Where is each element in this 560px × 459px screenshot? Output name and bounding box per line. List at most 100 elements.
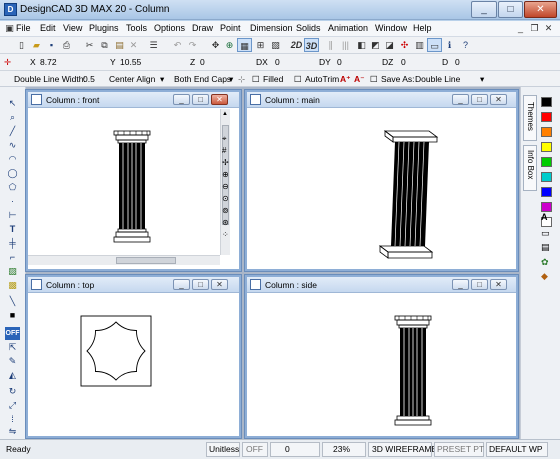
z-value[interactable]: 0 <box>200 57 205 67</box>
front-column-drawing[interactable] <box>28 109 218 255</box>
color-picker-icon[interactable]: ✣ <box>397 38 412 52</box>
color-swatch[interactable] <box>541 172 552 182</box>
chevron-down-icon[interactable]: ▾ <box>160 74 164 85</box>
maximize-button[interactable]: □ <box>498 1 523 18</box>
close-button[interactable]: ✕ <box>524 1 557 18</box>
scale-icon[interactable]: ⤢ <box>5 399 20 412</box>
menu-tools[interactable]: Tools <box>126 23 147 33</box>
texture-icon[interactable]: ▩ <box>5 279 20 292</box>
fill-pattern-icon[interactable]: ▨ <box>5 265 20 278</box>
menu-window[interactable]: Window <box>375 23 407 33</box>
close-button[interactable]: ✕ <box>490 279 507 290</box>
paste-icon[interactable]: ▤ <box>112 38 127 52</box>
off-toggle-icon[interactable]: OFF <box>5 327 20 340</box>
status-render-mode[interactable]: 3D WIREFRAME <box>372 444 437 454</box>
scroll-thumb[interactable] <box>116 257 176 264</box>
hatch-icon[interactable]: ⊹ <box>238 74 245 85</box>
context-help-icon[interactable]: ? <box>458 38 473 52</box>
curve-icon[interactable]: ∿ <box>5 139 20 152</box>
point-icon[interactable]: · <box>5 195 20 208</box>
text-style-icon[interactable]: A <box>541 212 548 222</box>
color-swatch[interactable] <box>541 142 552 152</box>
maximize-button[interactable]: □ <box>192 279 209 290</box>
status-preset[interactable]: PRESET PT <box>437 444 484 454</box>
horizontal-scrollbar[interactable] <box>28 255 220 265</box>
minimize-button[interactable]: _ <box>452 279 469 290</box>
dy-value[interactable]: 0 <box>337 57 342 67</box>
dx-value[interactable]: 0 <box>275 57 280 67</box>
layer-icon[interactable]: ▤ <box>541 242 550 253</box>
shape-icon[interactable]: ◭ <box>5 369 20 382</box>
circle-icon[interactable]: ◯ <box>5 167 20 180</box>
view-3d-button[interactable]: 3D <box>304 38 319 52</box>
close-button[interactable]: ✕ <box>211 279 228 290</box>
menu-point[interactable]: Point <box>220 23 241 33</box>
color-swatch-icon[interactable]: ■ <box>5 309 20 322</box>
maximize-button[interactable]: □ <box>192 94 209 105</box>
select-arrow-icon[interactable]: ↖ <box>5 97 20 110</box>
save-disk-icon[interactable]: ▪ <box>44 38 59 52</box>
menu-plugins[interactable]: Plugins <box>89 23 119 33</box>
save-as-dropdown[interactable]: Double Line <box>415 74 460 84</box>
color-swatch[interactable] <box>541 97 552 107</box>
material-icon[interactable]: ◆ <box>541 271 548 282</box>
autotrim-checkbox[interactable]: ☐ <box>294 74 302 85</box>
dz-value[interactable]: 0 <box>401 57 406 67</box>
menu-help[interactable]: Help <box>413 23 432 33</box>
menu-dimension[interactable]: Dimension <box>250 23 293 33</box>
main-column-drawing[interactable] <box>247 109 516 269</box>
caps-dropdown[interactable]: Both End Caps <box>174 74 231 84</box>
arc-icon[interactable]: ◠ <box>5 153 20 166</box>
maximize-button[interactable]: □ <box>471 94 488 105</box>
filled-checkbox[interactable]: ☐ <box>252 74 260 85</box>
snap-icon[interactable]: ⊞ <box>253 38 268 52</box>
new-file-icon[interactable]: ▯ <box>14 38 29 52</box>
menu-file[interactable]: File <box>16 23 31 33</box>
tab-info-box[interactable]: Info Box <box>523 145 537 191</box>
render-icon[interactable]: ◩ <box>368 38 383 52</box>
bars-icon[interactable]: ||| <box>338 38 353 52</box>
tab-themes[interactable]: Themes <box>523 95 537 141</box>
mdi-minimize-button[interactable]: _ <box>514 22 527 35</box>
palette-icon[interactable]: ✿ <box>541 257 549 268</box>
open-folder-icon[interactable]: ▰ <box>29 38 44 52</box>
close-button[interactable]: ✕ <box>211 94 228 105</box>
color-swatch[interactable] <box>541 202 552 212</box>
print-icon[interactable]: ⎙ <box>59 38 74 52</box>
color-swatch[interactable] <box>541 127 552 137</box>
menu-animation[interactable]: Animation <box>328 23 368 33</box>
x-value[interactable]: 8.72 <box>40 57 57 67</box>
mirror-icon[interactable]: ⇋ <box>5 425 20 438</box>
view-2d-button[interactable]: 2D <box>289 38 304 52</box>
properties-icon[interactable]: ☰ <box>146 38 161 52</box>
tile-windows-icon[interactable]: ▥ <box>412 38 427 52</box>
minimize-button[interactable]: _ <box>173 279 190 290</box>
menu-edit[interactable]: Edit <box>40 23 56 33</box>
grid-icon[interactable]: # <box>222 146 226 155</box>
zoom-out-icon[interactable]: ⊖ <box>222 182 229 191</box>
maximize-button[interactable]: □ <box>471 279 488 290</box>
pan-icon[interactable]: ⌖ <box>222 134 227 144</box>
break-icon[interactable]: ⌐ <box>5 251 20 264</box>
grid-view-icon[interactable]: ▦ <box>237 38 252 52</box>
menu-draw[interactable]: Draw <box>192 23 213 33</box>
move-icon[interactable]: ✥ <box>208 38 223 52</box>
line-icon[interactable]: ╱ <box>5 125 20 138</box>
zoom-window-icon[interactable]: ⊕ <box>222 38 237 52</box>
zoom-all-icon[interactable]: ⊚ <box>222 206 229 215</box>
zoom-prev-icon[interactable]: ⊛ <box>222 218 229 227</box>
top-column-drawing[interactable] <box>28 294 239 436</box>
menu-options[interactable]: Options <box>154 23 185 33</box>
rotate-icon[interactable]: ↻ <box>5 385 20 398</box>
zoom-icon[interactable]: ⌕ <box>5 111 20 124</box>
text-icon[interactable]: T <box>5 223 20 236</box>
color-swatch[interactable] <box>541 157 552 167</box>
align-dropdown[interactable]: Center Align <box>109 74 155 84</box>
y-value[interactable]: 10.55 <box>120 57 141 67</box>
dimension-icon[interactable]: ⊢ <box>5 209 20 222</box>
pencil-icon[interactable]: ✎ <box>5 355 20 368</box>
view-window-main[interactable]: Column : main _ □ ✕ <box>245 90 518 271</box>
chevron-down-icon[interactable]: ▾ <box>229 74 233 85</box>
grid-dots-icon[interactable]: ⁘ <box>222 230 229 239</box>
minimize-button[interactable]: _ <box>471 1 497 18</box>
